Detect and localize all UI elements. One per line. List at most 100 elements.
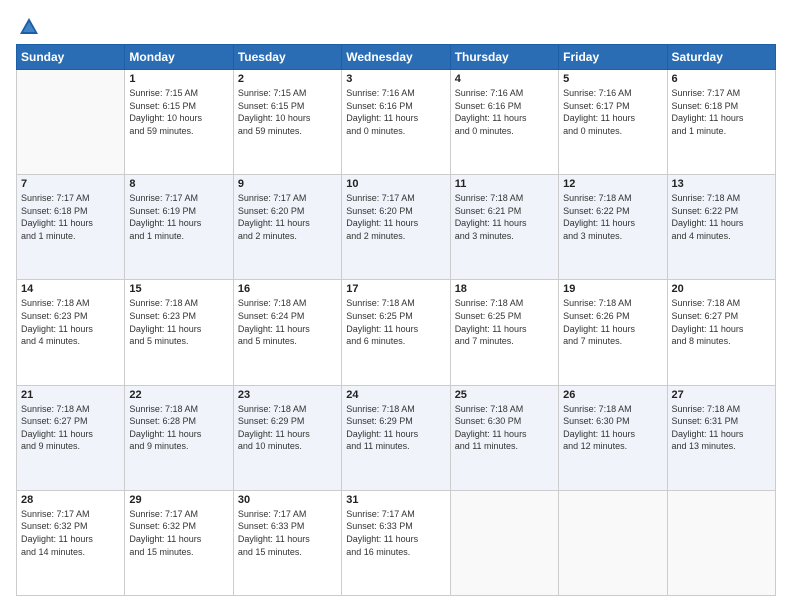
- weekday-header-monday: Monday: [125, 45, 233, 70]
- day-info: Sunrise: 7:18 AM Sunset: 6:28 PM Dayligh…: [129, 403, 228, 453]
- day-number: 18: [455, 283, 554, 295]
- calendar-cell: 18 Sunrise: 7:18 AM Sunset: 6:25 PM Dayli…: [450, 280, 558, 385]
- calendar-cell: [17, 70, 125, 175]
- day-number: 25: [455, 389, 554, 401]
- day-number: 3: [346, 73, 445, 85]
- day-info: Sunrise: 7:15 AM Sunset: 6:15 PM Dayligh…: [238, 87, 337, 137]
- week-row: 7 Sunrise: 7:17 AM Sunset: 6:18 PM Daylig…: [17, 175, 776, 280]
- day-info: Sunrise: 7:18 AM Sunset: 6:25 PM Dayligh…: [346, 297, 445, 347]
- day-info: Sunrise: 7:17 AM Sunset: 6:33 PM Dayligh…: [238, 508, 337, 558]
- logo-icon: [18, 16, 40, 38]
- day-info: Sunrise: 7:18 AM Sunset: 6:30 PM Dayligh…: [455, 403, 554, 453]
- calendar-cell: 9 Sunrise: 7:17 AM Sunset: 6:20 PM Daylig…: [233, 175, 341, 280]
- day-number: 10: [346, 178, 445, 190]
- weekday-header-tuesday: Tuesday: [233, 45, 341, 70]
- day-number: 11: [455, 178, 554, 190]
- day-number: 13: [672, 178, 771, 190]
- calendar-cell: 6 Sunrise: 7:17 AM Sunset: 6:18 PM Daylig…: [667, 70, 775, 175]
- calendar-cell: 23 Sunrise: 7:18 AM Sunset: 6:29 PM Dayli…: [233, 385, 341, 490]
- week-row: 14 Sunrise: 7:18 AM Sunset: 6:23 PM Dayli…: [17, 280, 776, 385]
- day-info: Sunrise: 7:17 AM Sunset: 6:19 PM Dayligh…: [129, 192, 228, 242]
- day-info: Sunrise: 7:18 AM Sunset: 6:27 PM Dayligh…: [21, 403, 120, 453]
- calendar-cell: 27Sunrise: 7:18 AM Sunset: 6:31 PM Dayli…: [667, 385, 775, 490]
- calendar-cell: 4Sunrise: 7:16 AM Sunset: 6:16 PM Daylig…: [450, 70, 558, 175]
- day-number: 16: [238, 283, 337, 295]
- day-info: Sunrise: 7:18 AM Sunset: 6:25 PM Dayligh…: [455, 297, 554, 347]
- calendar-cell: 7 Sunrise: 7:17 AM Sunset: 6:18 PM Daylig…: [17, 175, 125, 280]
- day-info: Sunrise: 7:17 AM Sunset: 6:32 PM Dayligh…: [129, 508, 228, 558]
- calendar-cell: 10 Sunrise: 7:17 AM Sunset: 6:20 PM Dayli…: [342, 175, 450, 280]
- day-number: 26: [563, 389, 662, 401]
- day-info: Sunrise: 7:15 AM Sunset: 6:15 PM Dayligh…: [129, 87, 228, 137]
- day-info: Sunrise: 7:17 AM Sunset: 6:18 PM Dayligh…: [672, 87, 771, 137]
- day-number: 9: [238, 178, 337, 190]
- weekday-header-row: SundayMondayTuesdayWednesdayThursdayFrid…: [17, 45, 776, 70]
- day-number: 28: [21, 494, 120, 506]
- calendar-cell: 26 Sunrise: 7:18 AM Sunset: 6:30 PM Dayli…: [559, 385, 667, 490]
- weekday-header-sunday: Sunday: [17, 45, 125, 70]
- day-number: 22: [129, 389, 228, 401]
- day-info: Sunrise: 7:17 AM Sunset: 6:20 PM Dayligh…: [238, 192, 337, 242]
- day-info: Sunrise: 7:16 AM Sunset: 6:16 PM Dayligh…: [346, 87, 445, 137]
- day-number: 14: [21, 283, 120, 295]
- calendar-cell: 3 Sunrise: 7:16 AM Sunset: 6:16 PM Daylig…: [342, 70, 450, 175]
- calendar-cell: 29 Sunrise: 7:17 AM Sunset: 6:32 PM Dayli…: [125, 490, 233, 595]
- day-number: 15: [129, 283, 228, 295]
- calendar-cell: 14 Sunrise: 7:18 AM Sunset: 6:23 PM Dayli…: [17, 280, 125, 385]
- day-info: Sunrise: 7:17 AM Sunset: 6:20 PM Dayligh…: [346, 192, 445, 242]
- day-info: Sunrise: 7:18 AM Sunset: 6:27 PM Dayligh…: [672, 297, 771, 347]
- day-info: Sunrise: 7:18 AM Sunset: 6:22 PM Dayligh…: [563, 192, 662, 242]
- calendar-cell: [667, 490, 775, 595]
- day-number: 6: [672, 73, 771, 85]
- day-number: 20: [672, 283, 771, 295]
- calendar-cell: 12 Sunrise: 7:18 AM Sunset: 6:22 PM Dayli…: [559, 175, 667, 280]
- calendar-cell: 5Sunrise: 7:16 AM Sunset: 6:17 PM Daylig…: [559, 70, 667, 175]
- calendar-cell: [450, 490, 558, 595]
- day-info: Sunrise: 7:18 AM Sunset: 6:22 PM Dayligh…: [672, 192, 771, 242]
- calendar-cell: 28 Sunrise: 7:17 AM Sunset: 6:32 PM Dayli…: [17, 490, 125, 595]
- day-info: Sunrise: 7:18 AM Sunset: 6:24 PM Dayligh…: [238, 297, 337, 347]
- calendar-cell: 15 Sunrise: 7:18 AM Sunset: 6:23 PM Dayli…: [125, 280, 233, 385]
- page: SundayMondayTuesdayWednesdayThursdayFrid…: [0, 0, 792, 612]
- day-number: 31: [346, 494, 445, 506]
- calendar-cell: 19 Sunrise: 7:18 AM Sunset: 6:26 PM Dayli…: [559, 280, 667, 385]
- week-row: 1 Sunrise: 7:15 AM Sunset: 6:15 PM Daylig…: [17, 70, 776, 175]
- day-info: Sunrise: 7:18 AM Sunset: 6:21 PM Dayligh…: [455, 192, 554, 242]
- day-info: Sunrise: 7:18 AM Sunset: 6:29 PM Dayligh…: [346, 403, 445, 453]
- day-number: 21: [21, 389, 120, 401]
- calendar-cell: 11 Sunrise: 7:18 AM Sunset: 6:21 PM Dayli…: [450, 175, 558, 280]
- day-number: 19: [563, 283, 662, 295]
- day-info: Sunrise: 7:18 AM Sunset: 6:29 PM Dayligh…: [238, 403, 337, 453]
- day-number: 23: [238, 389, 337, 401]
- calendar-cell: 1 Sunrise: 7:15 AM Sunset: 6:15 PM Daylig…: [125, 70, 233, 175]
- day-info: Sunrise: 7:18 AM Sunset: 6:26 PM Dayligh…: [563, 297, 662, 347]
- day-number: 1: [129, 73, 228, 85]
- calendar-cell: 13 Sunrise: 7:18 AM Sunset: 6:22 PM Dayli…: [667, 175, 775, 280]
- week-row: 21 Sunrise: 7:18 AM Sunset: 6:27 PM Dayli…: [17, 385, 776, 490]
- day-info: Sunrise: 7:18 AM Sunset: 6:23 PM Dayligh…: [129, 297, 228, 347]
- calendar-cell: 21 Sunrise: 7:18 AM Sunset: 6:27 PM Dayli…: [17, 385, 125, 490]
- week-row: 28 Sunrise: 7:17 AM Sunset: 6:32 PM Dayli…: [17, 490, 776, 595]
- day-info: Sunrise: 7:18 AM Sunset: 6:23 PM Dayligh…: [21, 297, 120, 347]
- calendar-cell: 25 Sunrise: 7:18 AM Sunset: 6:30 PM Dayli…: [450, 385, 558, 490]
- day-number: 27: [672, 389, 771, 401]
- calendar-cell: 17Sunrise: 7:18 AM Sunset: 6:25 PM Dayli…: [342, 280, 450, 385]
- day-number: 7: [21, 178, 120, 190]
- calendar-cell: 31 Sunrise: 7:17 AM Sunset: 6:33 PM Dayli…: [342, 490, 450, 595]
- day-info: Sunrise: 7:18 AM Sunset: 6:30 PM Dayligh…: [563, 403, 662, 453]
- day-info: Sunrise: 7:17 AM Sunset: 6:32 PM Dayligh…: [21, 508, 120, 558]
- day-info: Sunrise: 7:17 AM Sunset: 6:18 PM Dayligh…: [21, 192, 120, 242]
- day-info: Sunrise: 7:17 AM Sunset: 6:33 PM Dayligh…: [346, 508, 445, 558]
- day-number: 29: [129, 494, 228, 506]
- calendar-cell: 24 Sunrise: 7:18 AM Sunset: 6:29 PM Dayli…: [342, 385, 450, 490]
- weekday-header-friday: Friday: [559, 45, 667, 70]
- weekday-header-thursday: Thursday: [450, 45, 558, 70]
- calendar-cell: 2 Sunrise: 7:15 AM Sunset: 6:15 PM Daylig…: [233, 70, 341, 175]
- day-number: 24: [346, 389, 445, 401]
- header: [16, 16, 776, 34]
- day-number: 2: [238, 73, 337, 85]
- calendar-cell: 22 Sunrise: 7:18 AM Sunset: 6:28 PM Dayli…: [125, 385, 233, 490]
- day-number: 8: [129, 178, 228, 190]
- calendar-cell: 20 Sunrise: 7:18 AM Sunset: 6:27 PM Dayli…: [667, 280, 775, 385]
- day-number: 12: [563, 178, 662, 190]
